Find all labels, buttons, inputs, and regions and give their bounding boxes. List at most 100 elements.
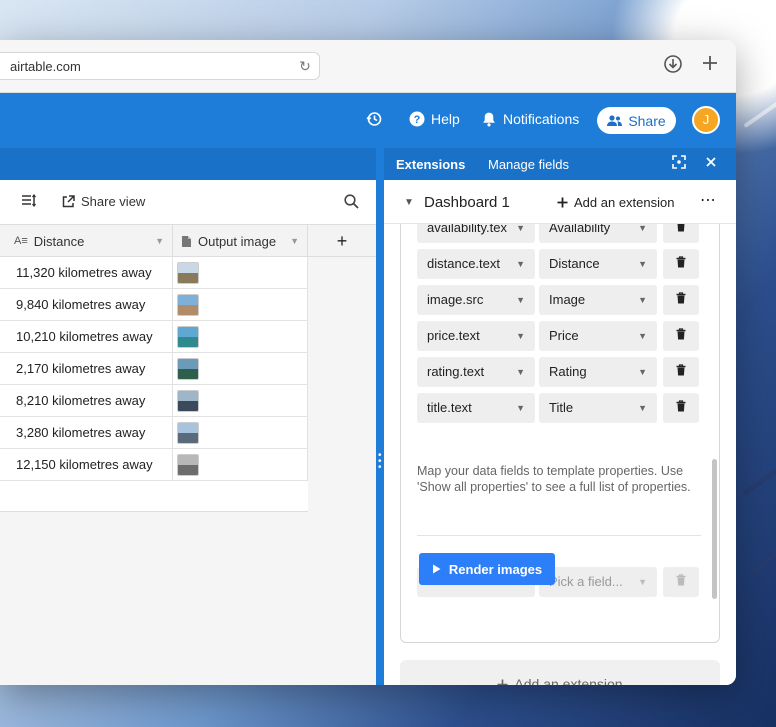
avatar[interactable]: J (692, 106, 720, 134)
distance-cell[interactable]: 12,150 kilometres away (0, 449, 173, 481)
close-icon[interactable] (705, 155, 717, 171)
output-image-cell[interactable] (173, 449, 308, 481)
template-property-select[interactable]: Image ▼ (539, 285, 657, 315)
source-field-select[interactable]: title.text ▼ (417, 393, 535, 423)
template-property-select[interactable]: Pick a field... ▼ (539, 567, 657, 597)
image-thumbnail[interactable] (177, 262, 199, 284)
source-field-select[interactable]: rating.text ▼ (417, 357, 535, 387)
source-field-select[interactable]: distance.text ▼ (417, 249, 535, 279)
field-mapping-row: availability.tex ▼ Availability ▼ (417, 224, 699, 243)
field-mapping-row: distance.text ▼ Distance ▼ (417, 249, 699, 279)
wallpaper-stripe (733, 43, 776, 82)
source-field-value: rating.text (427, 364, 485, 379)
fullscreen-icon[interactable] (672, 155, 686, 172)
template-property-value: Availability (549, 224, 611, 235)
image-thumbnail[interactable] (177, 454, 199, 476)
vertical-scrollbar[interactable] (712, 459, 717, 599)
more-options-icon[interactable]: ⋯ (700, 190, 717, 210)
distance-cell[interactable]: 9,840 kilometres away (0, 289, 173, 321)
image-thumbnail[interactable] (177, 422, 199, 444)
table-row[interactable]: 3,280 kilometres away (0, 417, 308, 449)
table-row[interactable]: 9,840 kilometres away (0, 289, 308, 321)
template-property-value: Price (549, 328, 579, 343)
trash-icon[interactable] (663, 285, 699, 315)
extensions-panel: Extensions Manage fields ▼ Dashboard 1 A… (384, 148, 736, 685)
source-field-select[interactable]: price.text ▼ (417, 321, 535, 351)
trash-icon[interactable] (663, 567, 699, 597)
share-view-button[interactable]: Share view (62, 194, 145, 209)
url-text: airtable.com (10, 58, 81, 74)
source-field-select[interactable]: image.src ▼ (417, 285, 535, 315)
render-images-button[interactable]: Render images (419, 553, 555, 585)
template-property-select[interactable]: Title ▼ (539, 393, 657, 423)
table-row[interactable]: 10,210 kilometres away (0, 321, 308, 353)
help-button[interactable]: ? Help (409, 111, 460, 127)
panel-resize-handle[interactable]: • • • (376, 148, 384, 685)
template-property-value: Distance (549, 256, 600, 271)
help-icon: ? (409, 111, 425, 127)
browser-window: airtable.com ↻ ? Help Notifications Shar… (0, 40, 736, 685)
search-icon[interactable] (344, 194, 359, 209)
output-image-cell[interactable] (173, 353, 308, 385)
trash-icon[interactable] (663, 393, 699, 423)
table-row[interactable]: 12,150 kilometres away (0, 449, 308, 481)
add-column-button[interactable]: + (308, 225, 376, 257)
dashboard-title[interactable]: Dashboard 1 (424, 194, 510, 211)
field-mapping-row: rating.text ▼ Rating ▼ (417, 357, 699, 387)
add-extension-bottom-button[interactable]: Add an extension (400, 660, 720, 685)
distance-cell[interactable]: 10,210 kilometres away (0, 321, 173, 353)
chevron-down-icon: ▼ (516, 295, 525, 305)
output-image-cell[interactable] (173, 385, 308, 417)
field-mapping-row: price.text ▼ Price ▼ (417, 321, 699, 351)
distance-cell[interactable]: 8,210 kilometres away (0, 385, 173, 417)
field-mapping-row: image.src ▼ Image ▼ (417, 285, 699, 315)
template-property-select[interactable]: Rating ▼ (539, 357, 657, 387)
notifications-button[interactable]: Notifications (481, 111, 579, 127)
chevron-down-icon[interactable]: ▼ (290, 236, 299, 246)
table-row[interactable]: 11,320 kilometres away (0, 257, 308, 289)
template-property-select[interactable]: Availability ▼ (539, 224, 657, 243)
trash-icon[interactable] (663, 321, 699, 351)
trash-icon[interactable] (663, 249, 699, 279)
address-bar[interactable]: airtable.com ↻ (0, 52, 320, 80)
trash-icon[interactable] (663, 224, 699, 243)
chevron-down-icon[interactable]: ▼ (155, 236, 164, 246)
source-field-select[interactable]: availability.tex ▼ (417, 224, 535, 243)
distance-cell[interactable]: 2,170 kilometres away (0, 353, 173, 385)
history-icon[interactable] (366, 111, 382, 127)
column-header-distance[interactable]: A≡ Distance ▼ (0, 225, 173, 257)
distance-cell[interactable]: 11,320 kilometres away (0, 257, 173, 289)
distance-cell[interactable]: 3,280 kilometres away (0, 417, 173, 449)
trash-icon[interactable] (663, 357, 699, 387)
wallpaper-stripe (743, 96, 776, 128)
reload-icon[interactable]: ↻ (297, 58, 313, 74)
template-property-select[interactable]: Distance ▼ (539, 249, 657, 279)
image-thumbnail[interactable] (177, 358, 199, 380)
chevron-down-icon[interactable]: ▼ (404, 197, 414, 208)
add-record-row[interactable] (0, 481, 308, 512)
chevron-down-icon: ▼ (638, 403, 647, 413)
output-image-cell[interactable] (173, 321, 308, 353)
image-thumbnail[interactable] (177, 326, 199, 348)
download-icon[interactable] (662, 54, 684, 76)
base-subheader (0, 148, 376, 180)
table-row[interactable]: 2,170 kilometres away (0, 353, 308, 385)
image-thumbnail[interactable] (177, 294, 199, 316)
records-grid: A≡ Distance ▼ Output image ▼ 11,320 kilo… (0, 225, 308, 512)
table-row[interactable]: 8,210 kilometres away (0, 385, 308, 417)
tab-manage-fields[interactable]: Manage fields (488, 157, 569, 172)
row-height-icon[interactable] (21, 194, 36, 207)
new-tab-icon[interactable] (699, 54, 721, 76)
field-mapping-row: title.text ▼ Title ▼ (417, 393, 699, 423)
output-image-cell[interactable] (173, 257, 308, 289)
add-extension-button[interactable]: Add an extension (557, 195, 674, 210)
share-button[interactable]: Share (597, 107, 676, 134)
tab-extensions[interactable]: Extensions (396, 157, 465, 172)
template-property-select[interactable]: Price ▼ (539, 321, 657, 351)
output-image-cell[interactable] (173, 289, 308, 321)
image-thumbnail[interactable] (177, 390, 199, 412)
column-header-output-image[interactable]: Output image ▼ (173, 225, 308, 257)
output-image-cell[interactable] (173, 417, 308, 449)
wallpaper-stripe (747, 548, 776, 577)
drag-handle-icon: • • • (378, 450, 382, 473)
